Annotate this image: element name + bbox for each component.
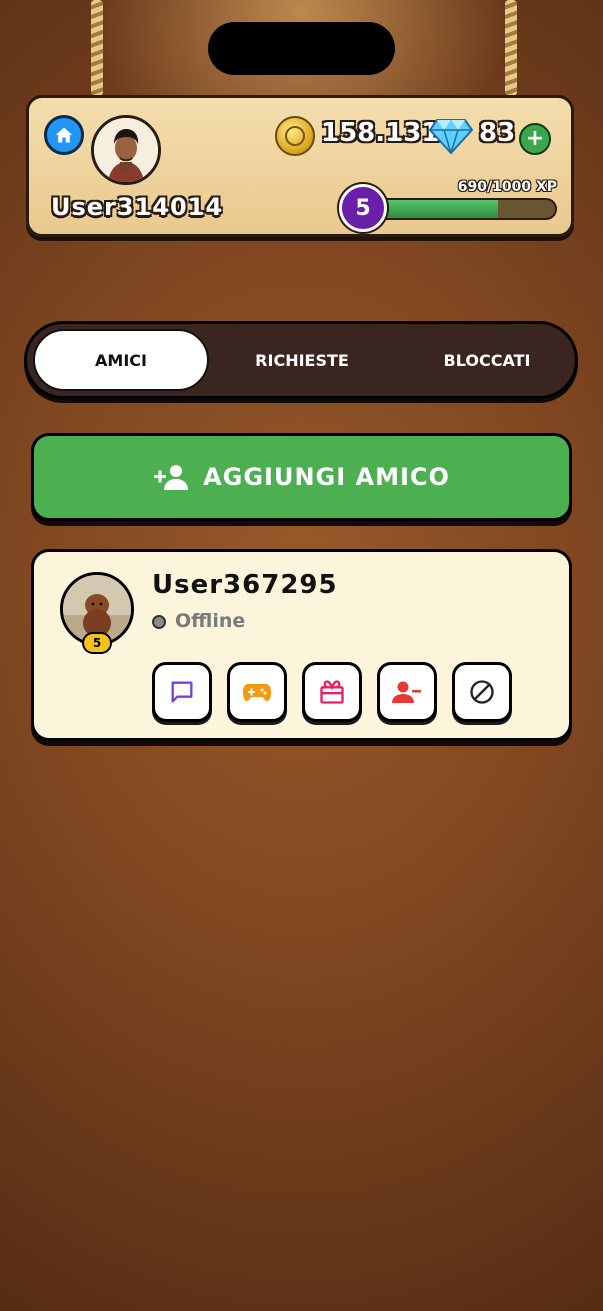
tab-richieste[interactable]: RICHIESTE <box>227 329 377 391</box>
friend-level-badge: 5 <box>82 632 112 654</box>
remove-friend-button[interactable] <box>377 662 437 722</box>
chat-icon <box>171 681 193 703</box>
invite-game-button[interactable] <box>227 662 287 722</box>
block-button[interactable] <box>452 662 512 722</box>
add-person-icon <box>154 465 189 490</box>
device-notch <box>208 22 395 75</box>
friend-status: Offline <box>175 610 246 632</box>
chat-button[interactable] <box>152 662 212 722</box>
home-icon <box>55 127 73 143</box>
xp-progress-bar <box>369 198 557 220</box>
send-gift-button[interactable] <box>302 662 362 722</box>
profile-header: User314014 158.131 83 + 690/1000 XP 5 <box>26 95 574 237</box>
xp-label: 690/1000 XP <box>457 179 557 195</box>
xp-progress-fill <box>371 200 498 218</box>
friends-tabs: AMICI RICHIESTE BLOCCATI <box>24 321 578 399</box>
user-avatar[interactable] <box>91 115 161 185</box>
buy-currency-button[interactable]: + <box>519 123 551 155</box>
remove-friend-icon <box>392 681 421 703</box>
username-label: User314014 <box>51 193 224 221</box>
coin-icon <box>275 116 315 156</box>
gamepad-icon <box>243 684 271 701</box>
gem-balance: 83 <box>479 118 516 148</box>
status-dot <box>152 615 166 629</box>
gift-icon <box>320 680 344 704</box>
add-friend-label: AGGIUNGI AMICO <box>203 463 450 491</box>
avatar-portrait-icon <box>94 118 158 182</box>
hanging-rope-left <box>91 0 103 96</box>
block-icon <box>470 680 494 704</box>
diamond-icon <box>429 119 473 154</box>
hanging-rope-right <box>505 0 517 96</box>
coin-balance: 158.131 <box>321 118 440 148</box>
level-badge: 5 <box>339 184 387 232</box>
tab-bloccati[interactable]: BLOCCATI <box>407 329 567 391</box>
home-button[interactable] <box>44 115 84 155</box>
friend-name: User367295 <box>152 570 338 600</box>
add-friend-button[interactable]: AGGIUNGI AMICO <box>31 433 572 521</box>
tab-amici[interactable]: AMICI <box>33 329 209 391</box>
friend-card: 5 User367295 Offline <box>31 549 572 741</box>
